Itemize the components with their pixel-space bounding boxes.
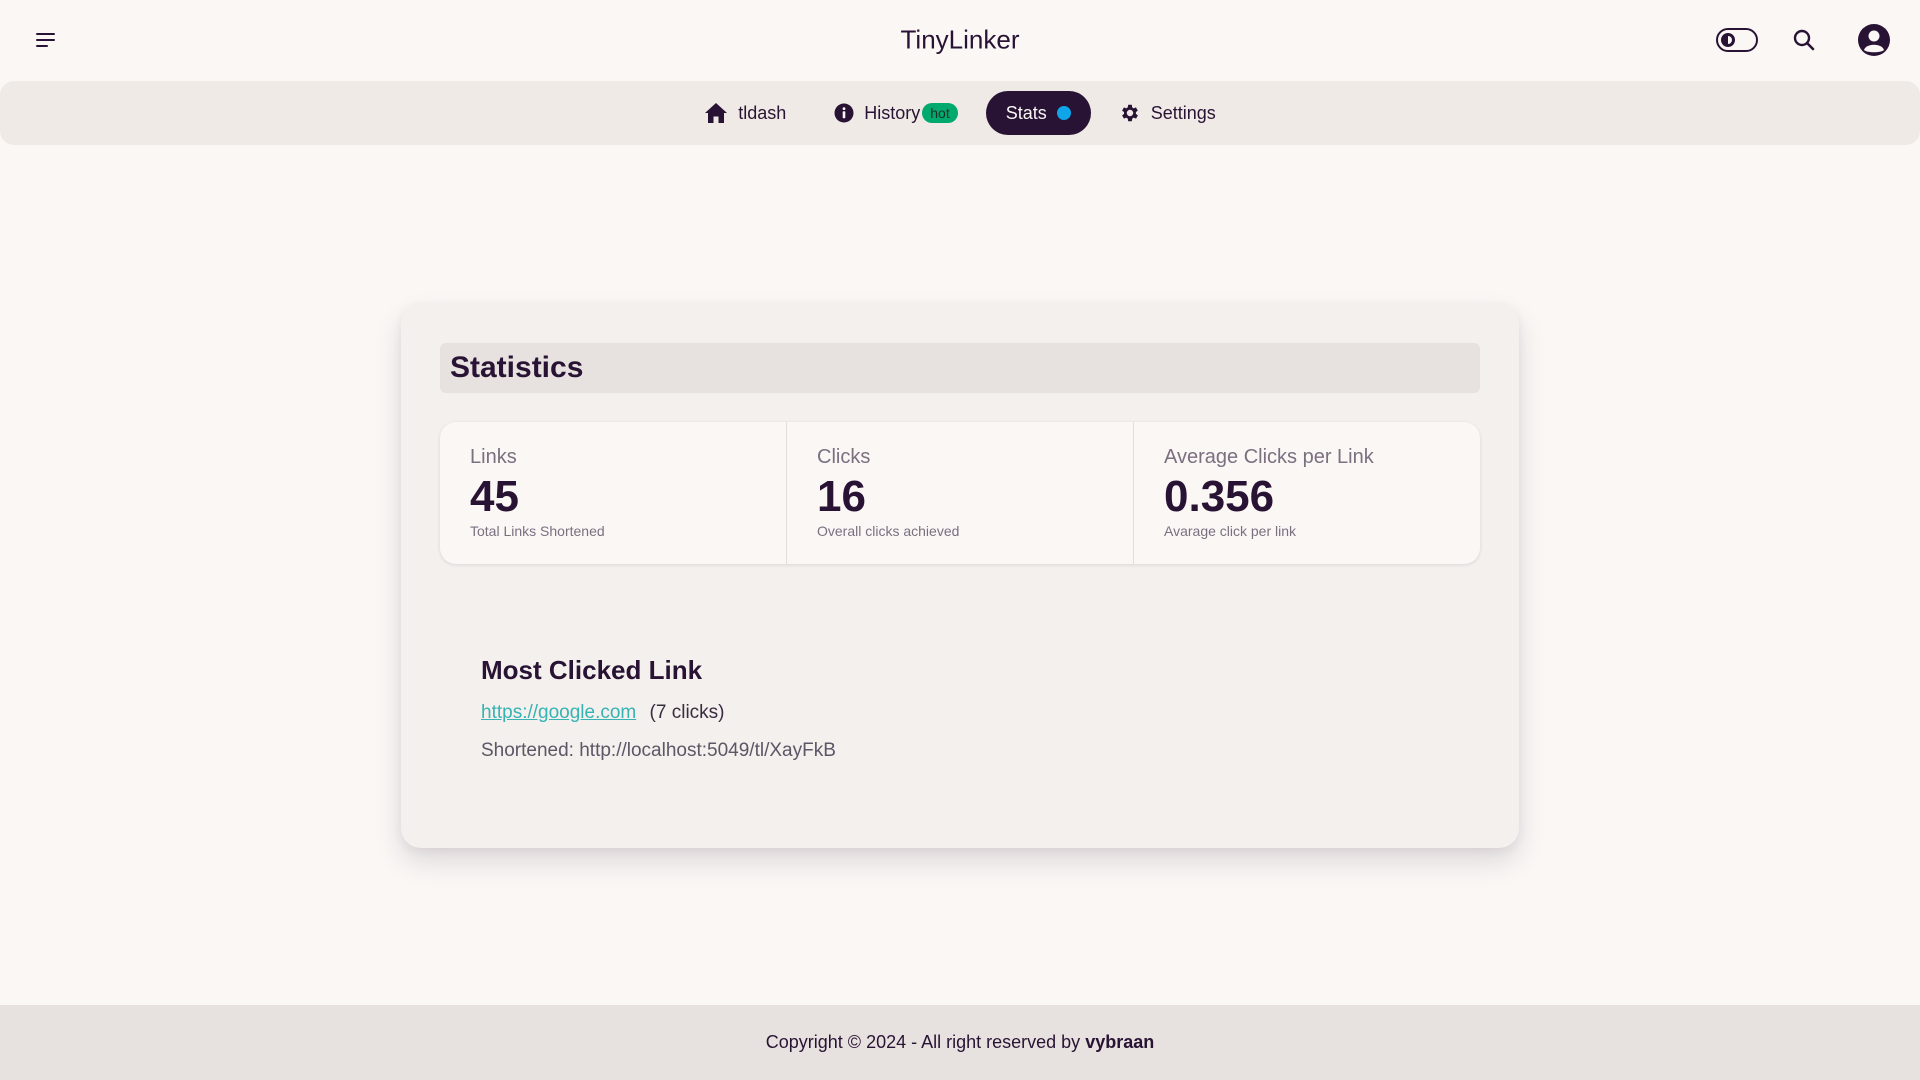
app-title[interactable]: TinyLinker [901, 25, 1020, 56]
info-icon [834, 103, 854, 123]
stat-desc: Avarage click per link [1164, 523, 1297, 539]
home-icon [705, 103, 728, 123]
hamburger-menu-icon [36, 33, 55, 47]
footer: Copyright © 2024 - All right reserved by… [0, 1005, 1920, 1080]
stat-title: Average Clicks per Link [1164, 446, 1374, 468]
stats-group: Links 45 Total Links Shortened Clicks 16… [440, 422, 1480, 564]
tab-label: tldash [738, 102, 787, 123]
most-clicked-count: (7 clicks) [649, 702, 725, 723]
statistics-title: Statistics [440, 343, 1480, 393]
tab-stats[interactable]: Stats [985, 91, 1091, 135]
most-clicked-section: Most Clicked Link https://google.com (7 … [481, 655, 836, 762]
stat-average: Average Clicks per Link 0.356 Avarage cl… [1134, 422, 1480, 564]
stat-desc: Total Links Shortened [470, 523, 605, 539]
copyright-text: Copyright © 2024 - All right reserved by [765, 1032, 1081, 1052]
most-clicked-title: Most Clicked Link [481, 655, 703, 685]
menu-button[interactable] [22, 16, 70, 64]
stat-value: 16 [817, 472, 866, 521]
user-circle-icon [1858, 24, 1890, 56]
most-clicked-url-link[interactable]: https://google.com [481, 702, 636, 723]
stat-value: 45 [470, 472, 519, 521]
stat-desc: Overall clicks achieved [817, 523, 960, 539]
hot-badge: hot [922, 103, 958, 123]
author-name: vybraan [1085, 1032, 1155, 1052]
search-icon [1793, 29, 1815, 51]
tabs-bar: tldash History hot Stats Settings [0, 81, 1920, 145]
tab-label: Settings [1150, 102, 1216, 123]
stat-title: Clicks [817, 446, 871, 468]
shortened-url-text: Shortened: http://localhost:5049/tl/XayF… [481, 740, 836, 761]
tab-label: History [864, 102, 921, 123]
theme-toggle[interactable] [1716, 28, 1758, 52]
stat-clicks: Clicks 16 Overall clicks achieved [787, 422, 1134, 564]
status-dot-icon [1056, 106, 1071, 120]
stat-title: Links [470, 446, 517, 468]
tab-settings[interactable]: Settings [1099, 91, 1236, 135]
stat-value: 0.356 [1164, 472, 1275, 521]
tab-label: Stats [1005, 102, 1047, 123]
tab-tldash[interactable]: tldash [684, 91, 806, 135]
statistics-card: Statistics Links 45 Total Links Shortene… [401, 303, 1519, 848]
most-clicked-row: https://google.com (7 clicks) [481, 702, 836, 724]
navbar: TinyLinker [0, 0, 1920, 80]
gear-icon [1121, 104, 1138, 122]
search-button[interactable] [1780, 16, 1828, 64]
tab-history[interactable]: History hot [814, 91, 977, 135]
profile-button[interactable] [1850, 16, 1898, 64]
stat-links: Links 45 Total Links Shortened [440, 422, 787, 564]
theme-toggle-icon [1721, 33, 1735, 47]
